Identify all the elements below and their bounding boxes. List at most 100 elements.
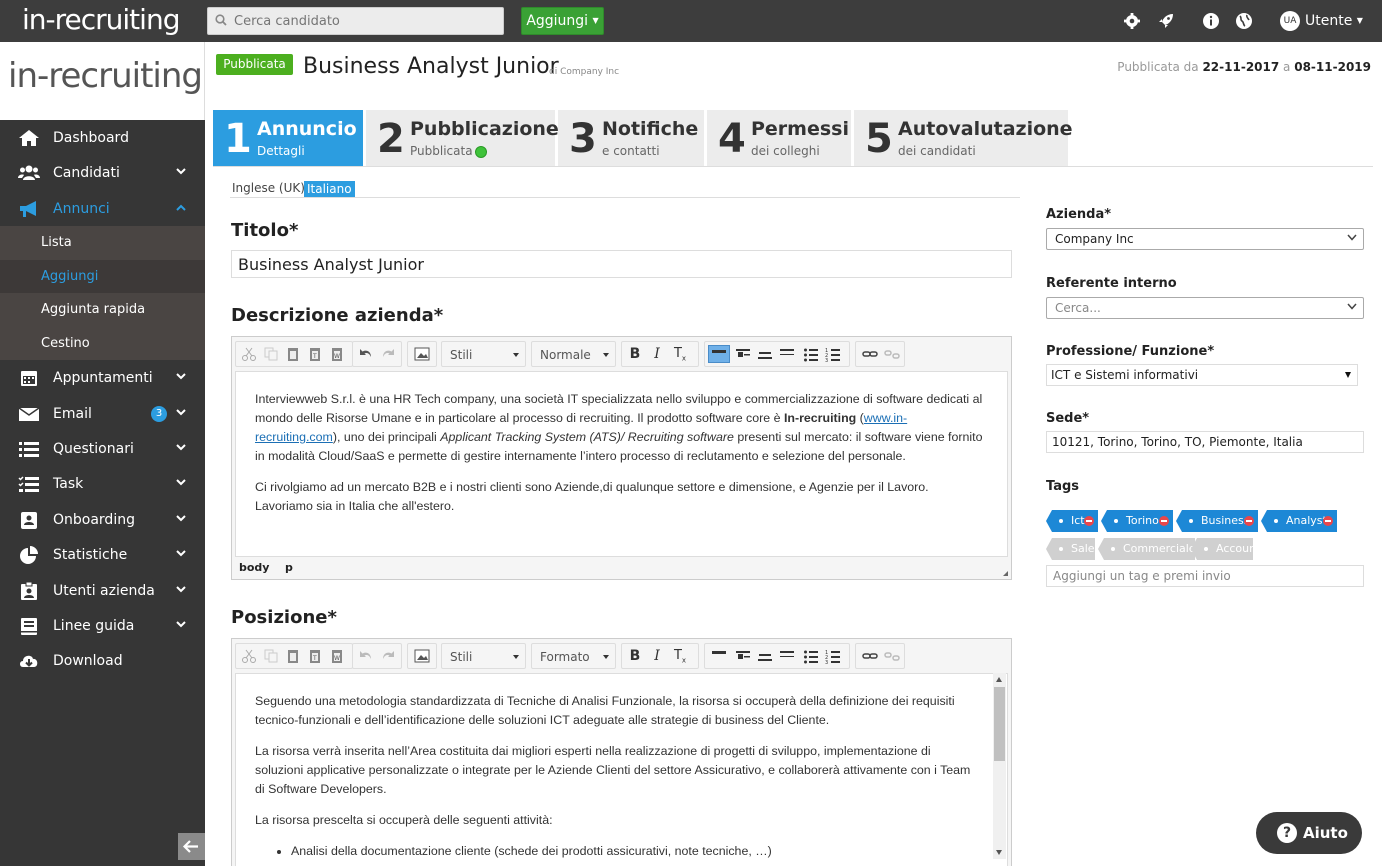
divider-icon[interactable] <box>779 346 795 362</box>
format-dropdown[interactable]: Formato <box>531 643 616 669</box>
tag-chip[interactable]: Ict <box>1046 510 1098 532</box>
help-button[interactable]: ? Aiuto <box>1256 812 1362 854</box>
sidebar-item-utenti-azienda[interactable]: Utenti azienda <box>0 573 205 608</box>
tag-chip[interactable]: Torino <box>1101 510 1173 532</box>
image-icon[interactable] <box>414 346 430 362</box>
styles-dropdown[interactable]: Stili <box>441 643 526 669</box>
user-menu[interactable]: Utente ▼ <box>1305 13 1363 29</box>
bullet-list-icon[interactable] <box>803 346 819 362</box>
scroll-down-icon[interactable] <box>996 850 1002 855</box>
tag-input[interactable]: Aggiungi un tag e premi invio <box>1046 565 1364 587</box>
sidebar-item-download[interactable]: Download <box>0 643 205 678</box>
bullet-list-icon[interactable] <box>803 648 819 664</box>
paste-word-icon[interactable]: W <box>329 346 345 362</box>
sidebar-item-task[interactable]: Task <box>0 466 205 501</box>
align-center-icon[interactable] <box>757 648 773 664</box>
remove-tag-icon[interactable] <box>1244 516 1254 526</box>
copy-icon[interactable] <box>263 346 279 362</box>
sidebar-item-statistiche[interactable]: Statistiche <box>0 537 205 572</box>
cut-icon[interactable] <box>241 648 257 664</box>
paste-word-icon[interactable]: W <box>329 648 345 664</box>
add-button[interactable]: Aggiungi ▼ <box>521 7 604 35</box>
italic-icon[interactable]: I <box>649 648 665 664</box>
tag-chip[interactable]: Business <box>1176 510 1258 532</box>
sidebar-item-email[interactable]: Email 3 <box>0 396 205 431</box>
suggested-tag-chip[interactable]: Account <box>1191 538 1260 560</box>
remove-tag-icon[interactable] <box>1084 516 1094 526</box>
globe-icon[interactable] <box>1235 12 1253 30</box>
title-input[interactable]: Business Analyst Junior <box>231 250 1012 278</box>
info-icon[interactable] <box>1202 12 1220 30</box>
remove-tag-icon[interactable] <box>1159 516 1169 526</box>
tag-chip[interactable]: Analyst <box>1261 510 1337 532</box>
location-input[interactable]: 10121, Torino, Torino, TO, Piemonte, Ita… <box>1046 431 1364 453</box>
collapse-sidebar-button[interactable] <box>178 833 205 860</box>
company-description-content[interactable]: Interviewweb S.r.l. è una HR Tech compan… <box>235 371 1008 557</box>
redo-icon[interactable] <box>380 346 396 362</box>
styles-dropdown[interactable]: Stili <box>441 341 526 367</box>
path-body[interactable]: body <box>239 561 269 574</box>
paste-icon[interactable] <box>285 346 301 362</box>
position-content[interactable]: Seguendo una metodologia standardizzata … <box>235 673 1008 866</box>
bold-icon[interactable]: B <box>627 346 643 362</box>
sidebar-item-appuntamenti[interactable]: Appuntamenti <box>0 360 205 395</box>
language-tab-it[interactable]: Italiano <box>304 181 355 197</box>
paste-text-icon[interactable]: T <box>307 346 323 362</box>
suggested-tag-chip[interactable]: Commerciale <box>1098 538 1196 560</box>
tab-permessi[interactable]: 4 Permessi dei colleghi <box>707 110 851 166</box>
remove-format-icon[interactable]: Tx <box>672 648 688 665</box>
sidebar-subitem-lista[interactable]: Lista <box>0 226 205 260</box>
sidebar-logo[interactable]: in-recruiting <box>0 42 205 120</box>
undo-icon[interactable] <box>358 346 374 362</box>
link-icon[interactable] <box>862 648 878 664</box>
numbered-list-icon[interactable]: 123 <box>825 648 841 666</box>
align-top-icon[interactable] <box>735 648 751 664</box>
scrollbar-thumb[interactable] <box>994 687 1005 761</box>
unlink-icon[interactable] <box>884 346 900 362</box>
cut-icon[interactable] <box>241 346 257 362</box>
internal-referent-select[interactable]: Cerca... <box>1046 297 1364 319</box>
sidebar-item-candidati[interactable]: Candidati <box>0 155 205 190</box>
tab-pubblicazione[interactable]: 2 Pubblicazione Pubblicata <box>366 110 559 166</box>
sidebar-item-onboarding[interactable]: Onboarding <box>0 502 205 537</box>
sidebar-subitem-cestino[interactable]: Cestino <box>0 326 205 361</box>
path-p[interactable]: p <box>285 561 293 574</box>
position-scrollbar[interactable] <box>993 673 1006 859</box>
remove-format-icon[interactable]: Tx <box>672 346 688 363</box>
horizontal-rule-icon[interactable] <box>711 648 727 664</box>
image-icon[interactable] <box>414 648 430 664</box>
format-dropdown[interactable]: Normale <box>531 341 616 367</box>
language-tab-en[interactable]: Inglese (UK) <box>232 181 305 195</box>
sidebar-item-linee-guida[interactable]: Linee guida <box>0 608 205 643</box>
align-top-icon[interactable] <box>735 346 751 362</box>
brand-logo[interactable]: in-recruiting <box>22 3 180 36</box>
search-box[interactable] <box>207 7 504 35</box>
copy-icon[interactable] <box>263 648 279 664</box>
gear-icon[interactable] <box>1123 12 1141 30</box>
tab-annuncio[interactable]: 1 Annuncio Dettagli <box>213 110 363 166</box>
resize-handle-icon[interactable] <box>1003 571 1008 576</box>
scroll-up-icon[interactable] <box>996 677 1002 682</box>
bold-icon[interactable]: B <box>627 648 643 664</box>
remove-tag-icon[interactable] <box>1323 516 1333 526</box>
paste-icon[interactable] <box>285 648 301 664</box>
avatar[interactable]: UA <box>1280 11 1300 31</box>
sidebar-item-questionari[interactable]: Questionari <box>0 431 205 466</box>
sidebar-subitem-aggiungi[interactable]: Aggiungi <box>0 259 205 294</box>
tab-notifiche[interactable]: 3 Notifiche e contatti <box>558 110 704 166</box>
undo-icon[interactable] <box>358 648 374 664</box>
search-input[interactable] <box>234 11 494 31</box>
company-select[interactable]: Company Inc <box>1046 228 1364 250</box>
unlink-icon[interactable] <box>884 648 900 664</box>
sidebar-item-dashboard[interactable]: Dashboard <box>0 120 205 155</box>
sidebar-subitem-aggiunta-rapida[interactable]: Aggiunta rapida <box>0 293 205 327</box>
align-center-icon[interactable] <box>757 346 773 362</box>
profession-select[interactable]: ICT e Sistemi informativi <box>1046 364 1358 386</box>
italic-icon[interactable]: I <box>649 346 665 362</box>
tab-autovalutazione[interactable]: 5 Autovalutazione dei candidati <box>854 110 1073 166</box>
horizontal-rule-icon[interactable] <box>708 345 730 363</box>
rocket-icon[interactable] <box>1157 12 1175 30</box>
paste-text-icon[interactable]: T <box>307 648 323 664</box>
redo-icon[interactable] <box>380 648 396 664</box>
sidebar-item-annunci[interactable]: Annunci <box>0 191 205 226</box>
